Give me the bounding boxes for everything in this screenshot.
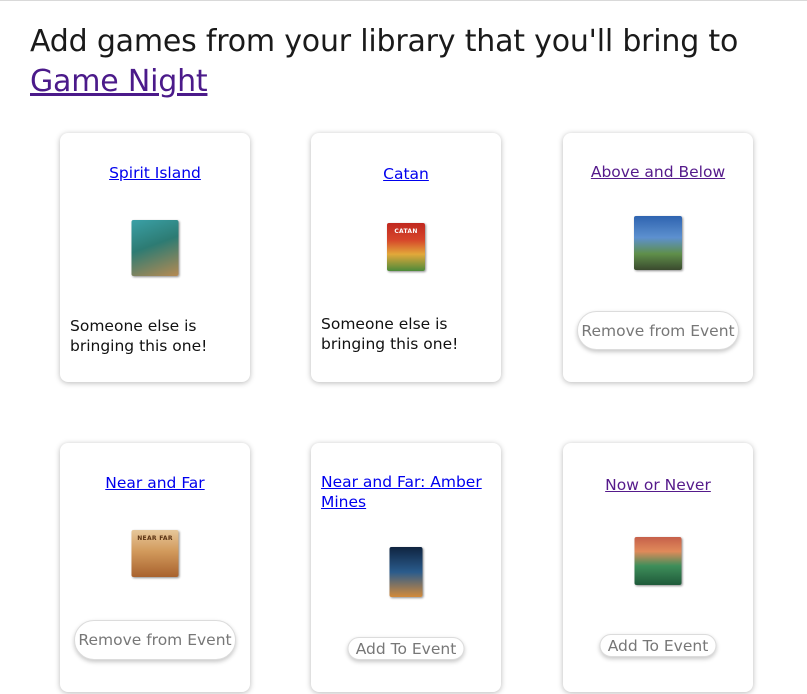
game-title-link[interactable]: Above and Below (573, 162, 743, 182)
game-title-link[interactable]: Catan (321, 164, 491, 184)
game-cover-image: CATAN (387, 223, 425, 271)
add-to-event-button[interactable]: Add To Event (599, 634, 717, 657)
game-title-link[interactable]: Near and Far: Amber Mines (321, 472, 491, 512)
game-card-near-and-far: Near and Far NEAR FAR Remove from Event (60, 443, 250, 692)
game-title-link[interactable]: Near and Far (70, 473, 240, 493)
game-card-catan: Catan CATAN Someone else is bringing thi… (311, 133, 501, 382)
game-card-spirit-island: Spirit Island Someone else is bringing t… (60, 133, 250, 382)
unavailable-note: Someone else is bringing this one! (321, 315, 459, 353)
game-card-above-and-below: Above and Below Remove from Event (563, 133, 753, 382)
game-card-amber-mines: Near and Far: Amber Mines Add To Event (311, 443, 501, 692)
game-title-link[interactable]: Spirit Island (70, 163, 240, 183)
cover-text: CATAN (394, 228, 418, 235)
game-cover-image (634, 537, 682, 585)
game-title-link[interactable]: Now or Never (573, 475, 743, 495)
cover-text: NEAR FAR (137, 535, 173, 542)
game-cover-image (131, 220, 179, 276)
game-cover-image (389, 547, 423, 597)
add-to-event-button[interactable]: Add To Event (347, 637, 465, 660)
top-divider (0, 0, 807, 1)
event-link[interactable]: Game Night (30, 64, 208, 99)
unavailable-note: Someone else is bringing this one! (70, 317, 208, 355)
game-card-now-or-never: Now or Never Add To Event (563, 443, 753, 692)
game-cover-image (634, 216, 682, 270)
game-cover-image: NEAR FAR (131, 530, 179, 577)
page-heading: Add games from your library that you'll … (30, 22, 770, 102)
remove-from-event-button[interactable]: Remove from Event (74, 620, 236, 660)
heading-text: Add games from your library that you'll … (30, 24, 739, 59)
remove-from-event-button[interactable]: Remove from Event (577, 311, 739, 350)
